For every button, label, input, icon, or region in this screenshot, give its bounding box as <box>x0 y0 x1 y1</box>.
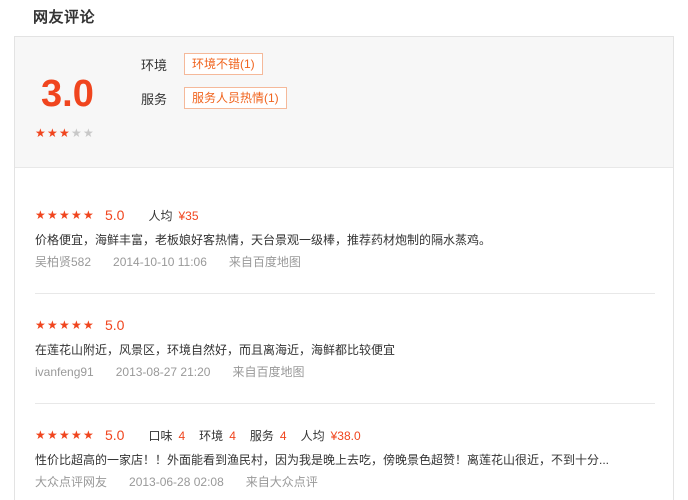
meta-label: 口味 <box>148 428 173 443</box>
meta-value: ¥35 <box>178 208 199 223</box>
star-filled-icon: ★ <box>83 208 94 222</box>
review-text: 在莲花山附近，风景区，环境自然好，而且离海近，海鲜都比较便宜 <box>35 343 396 357</box>
meta-value: ¥38.0 <box>330 428 361 443</box>
meta-value: 4 <box>178 428 186 443</box>
section-title: 网友评论 <box>33 9 96 26</box>
tag-row-service: 服务 服务人员热情(1) <box>141 87 287 109</box>
tag-category-label: 服务 <box>141 91 168 107</box>
star-filled-icon: ★ <box>47 428 58 442</box>
review-meta-item: 服务 4 <box>250 427 287 444</box>
review-rating: 5.0 <box>105 427 125 443</box>
review-text: 价格便宜，海鲜丰富，老板娘好客热情，天台景观一级棒，推荐药材炮制的隔水蒸鸡。 <box>35 233 492 247</box>
review-meta: ★ ★ ★ ★ ★ 5.0 口味 4 环境 4 服务 4 人均 ¥38.0 <box>35 425 655 445</box>
star-filled-icon: ★ <box>71 428 82 442</box>
star-filled-icon: ★ <box>59 318 70 332</box>
star-filled-icon: ★ <box>59 126 70 140</box>
review-star-rating: ★ ★ ★ ★ ★ <box>35 429 95 441</box>
star-filled-icon: ★ <box>35 126 46 140</box>
meta-value: 4 <box>279 428 287 443</box>
star-filled-icon: ★ <box>59 208 70 222</box>
meta-label: 人均 <box>300 428 325 443</box>
review-item: ★ ★ ★ ★ ★ 5.0 在莲花山附近，风景区，环境自然好，而且离海近，海鲜都比较便宜… <box>35 315 655 381</box>
overall-score: 3.0 <box>41 73 94 115</box>
review-source: 来自百度地图 <box>232 365 305 379</box>
meta-label: 服务 <box>249 428 274 443</box>
review-rating: 5.0 <box>105 207 125 223</box>
review-time: 2014-10-10 11:06 <box>113 255 207 269</box>
star-filled-icon: ★ <box>83 318 94 332</box>
review-time: 2013-06-28 02:08 <box>129 475 224 489</box>
review-meta-item: 人均 ¥38.0 <box>301 427 361 444</box>
tag-row-environment: 环境 环境不错(1) <box>141 53 263 75</box>
review-source: 来自大众点评 <box>245 475 318 489</box>
meta-label: 环境 <box>199 428 224 443</box>
meta-label: 人均 <box>148 208 173 223</box>
star-filled-icon: ★ <box>35 428 46 442</box>
review-star-rating: ★ ★ ★ ★ ★ <box>35 319 95 331</box>
review-footer: ivanfeng91 2013-08-27 21:20 来自百度地图 <box>35 363 655 381</box>
review-item: ★ ★ ★ ★ ★ 5.0 口味 4 环境 4 服务 4 人均 ¥38.0 性价比超高的一家店！… <box>35 425 655 491</box>
star-filled-icon: ★ <box>35 318 46 332</box>
star-filled-icon: ★ <box>59 428 70 442</box>
tag-category-label: 环境 <box>141 57 168 73</box>
review-meta: ★ ★ ★ ★ ★ 5.0 人均 ¥35 <box>35 205 655 225</box>
review-user: ivanfeng91 <box>35 365 94 379</box>
review-user: 大众点评网友 <box>35 475 108 489</box>
review-rating: 5.0 <box>105 317 125 333</box>
star-filled-icon: ★ <box>83 428 94 442</box>
review-meta-item: 口味 4 <box>148 427 185 444</box>
star-filled-icon: ★ <box>47 126 58 140</box>
review-item: ★ ★ ★ ★ ★ 5.0 人均 ¥35 价格便宜，海鲜丰富，老板娘好客热情，天台景观一级… <box>35 205 655 271</box>
review-user: 吴柏贤582 <box>35 255 92 269</box>
review-footer: 大众点评网友 2013-06-28 02:08 来自大众点评 <box>35 473 655 491</box>
star-empty-icon: ★ <box>71 126 82 140</box>
review-footer: 吴柏贤582 2014-10-10 11:06 来自百度地图 <box>35 253 655 271</box>
review-meta-item: 环境 4 <box>199 427 236 444</box>
review-meta: ★ ★ ★ ★ ★ 5.0 <box>35 315 655 335</box>
divider <box>35 403 655 404</box>
review-source: 来自百度地图 <box>228 255 301 269</box>
star-filled-icon: ★ <box>47 318 58 332</box>
review-star-rating: ★ ★ ★ ★ ★ <box>35 209 95 221</box>
star-filled-icon: ★ <box>47 208 58 222</box>
review-time: 2013-08-27 21:20 <box>115 365 211 379</box>
reviews-panel: 3.0 ★ ★ ★ ★ ★ 环境 环境不错(1) 服务 服务人员热情(1) ★ ★ ★ ★ ★ … <box>14 36 674 500</box>
review-meta-item: 人均 ¥35 <box>148 207 198 224</box>
divider <box>35 293 655 294</box>
meta-value: 4 <box>229 428 236 443</box>
star-filled-icon: ★ <box>35 208 46 222</box>
rating-summary: 3.0 ★ ★ ★ ★ ★ 环境 环境不错(1) 服务 服务人员热情(1) <box>15 37 673 168</box>
review-text: 性价比超高的一家店！！外面能看到渔民村，因为我是晚上去吃，傍晚景色超赞！离莲花山… <box>35 453 610 467</box>
tag-environment-good[interactable]: 环境不错(1) <box>184 53 263 75</box>
tag-service-warm[interactable]: 服务人员热情(1) <box>184 87 287 109</box>
star-filled-icon: ★ <box>71 208 82 222</box>
star-empty-icon: ★ <box>83 126 94 140</box>
star-filled-icon: ★ <box>71 318 82 332</box>
overall-star-rating: ★ ★ ★ ★ ★ <box>35 127 95 139</box>
